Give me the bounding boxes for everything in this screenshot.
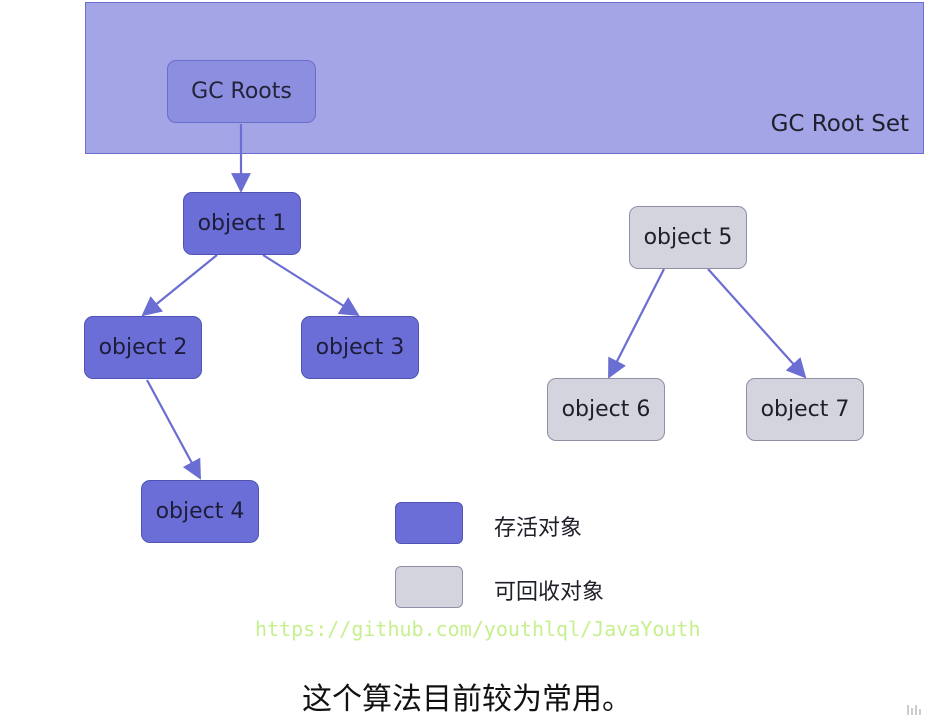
node-gc-roots: GC Roots [167,60,316,123]
node-object-1: object 1 [183,192,301,255]
node-object-7: object 7 [746,378,864,441]
node-object-6: object 6 [547,378,665,441]
subtitle-caption: 这个算法目前较为常用。 [302,682,632,717]
legend-label-live: 存活对象 [494,516,583,541]
edge-object1-object3 [262,254,360,317]
edge-object2-object4 [146,379,201,480]
edge-object5-object6 [608,268,665,379]
node-object-5: object 5 [629,206,747,269]
node-object-2: object 2 [84,316,202,379]
legend-swatch-collectable [395,566,463,608]
edge-object1-object2 [141,254,218,317]
node-object-3: object 3 [301,316,419,379]
edge-object5-object7 [707,268,807,379]
node-object-4: object 4 [141,480,259,543]
legend-swatch-live [395,502,463,544]
gc-reachability-diagram: GC Root Set GC Roots object 1 object 2 o… [0,0,934,721]
watermark-url: https://github.com/youthlql/JavaYouth [255,617,701,641]
legend-label-collectable: 可回收对象 [494,580,605,605]
corner-logo-icon [907,705,921,715]
